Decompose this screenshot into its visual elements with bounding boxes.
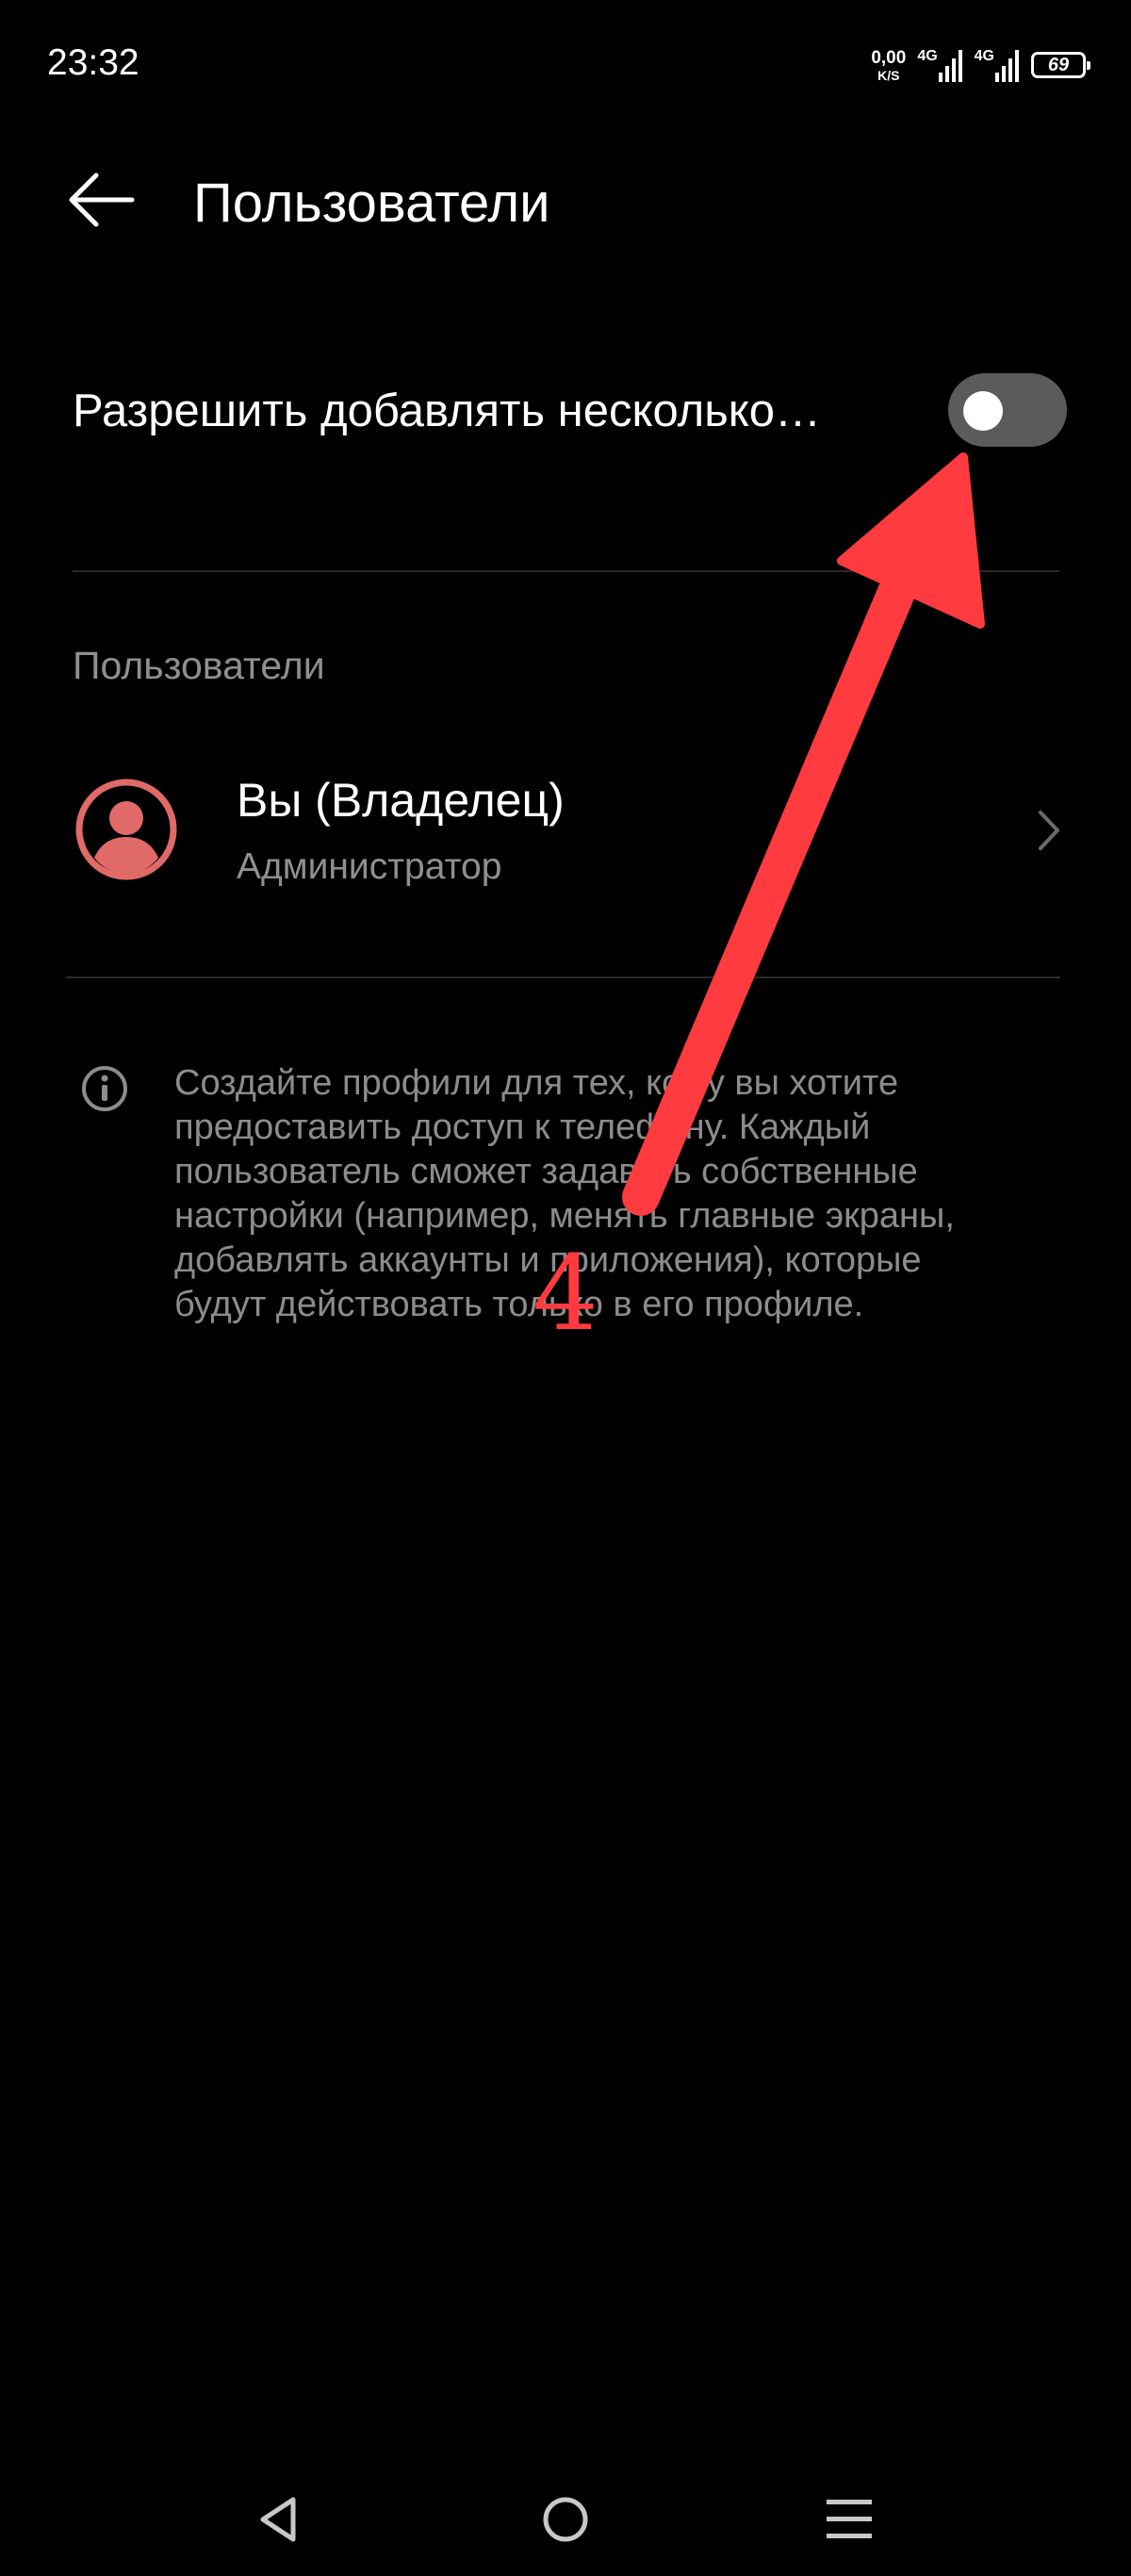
triangle-back-icon <box>260 2497 296 2542</box>
page-title: Пользователи <box>193 172 550 234</box>
multi-user-toggle[interactable] <box>948 373 1067 447</box>
info-line: добавлять аккаунты и приложения), которы… <box>174 1240 922 1280</box>
info-line: Создайте профили для тех, кому вы хотите <box>174 1063 899 1103</box>
user-avatar-icon <box>75 779 177 880</box>
nav-back-button[interactable] <box>236 2486 320 2552</box>
signal-bars-icon <box>938 50 962 82</box>
battery-level: 69 <box>1047 54 1070 75</box>
user-role: Администратор <box>237 846 502 887</box>
status-time: 23:32 <box>47 42 139 83</box>
info-line: настройки (например, менять главные экра… <box>174 1196 955 1236</box>
arrow-left-icon <box>69 172 135 227</box>
info-line: предоставить доступ к телефону. Каждый <box>174 1108 871 1147</box>
back-button[interactable] <box>66 165 141 235</box>
signal-1-label: 4G <box>917 48 938 64</box>
user-row-owner[interactable] <box>38 759 1093 900</box>
status-icons: 0,00 K/S 4G 4G 69 <box>871 43 1090 87</box>
signal-2: 4G <box>975 48 1020 82</box>
signal-2-label: 4G <box>974 48 994 64</box>
menu-lines-icon <box>827 2500 872 2538</box>
nav-recents-button[interactable] <box>807 2486 892 2552</box>
nav-home-button[interactable] <box>523 2486 608 2552</box>
info-line: пользователь сможет задавать собственные <box>174 1152 918 1191</box>
user-name: Вы (Владелец) <box>237 774 565 827</box>
info-icon <box>82 1066 127 1111</box>
annotation-arrow-head <box>837 452 985 629</box>
divider <box>66 976 1060 978</box>
multi-user-toggle-label[interactable]: Разрешить добавлять несколько… <box>73 385 821 437</box>
users-section-header: Пользователи <box>73 644 325 687</box>
info-line: будут действовать только в его профиле. <box>174 1285 864 1324</box>
chevron-right-icon <box>1039 811 1059 850</box>
signal-bars-icon <box>995 50 1019 82</box>
info-text: Создайте профили для тех, кому вы хотите… <box>174 1061 1041 1327</box>
network-speed-value: 0,00 <box>871 47 907 68</box>
battery-icon: 69 <box>1031 52 1090 78</box>
toggle-knob <box>963 391 1003 431</box>
network-speed-unit: K/S <box>877 67 900 83</box>
divider <box>73 570 1059 572</box>
circle-home-icon <box>543 2497 588 2542</box>
signal-1: 4G <box>917 48 962 82</box>
network-speed: 0,00 K/S <box>871 49 906 82</box>
